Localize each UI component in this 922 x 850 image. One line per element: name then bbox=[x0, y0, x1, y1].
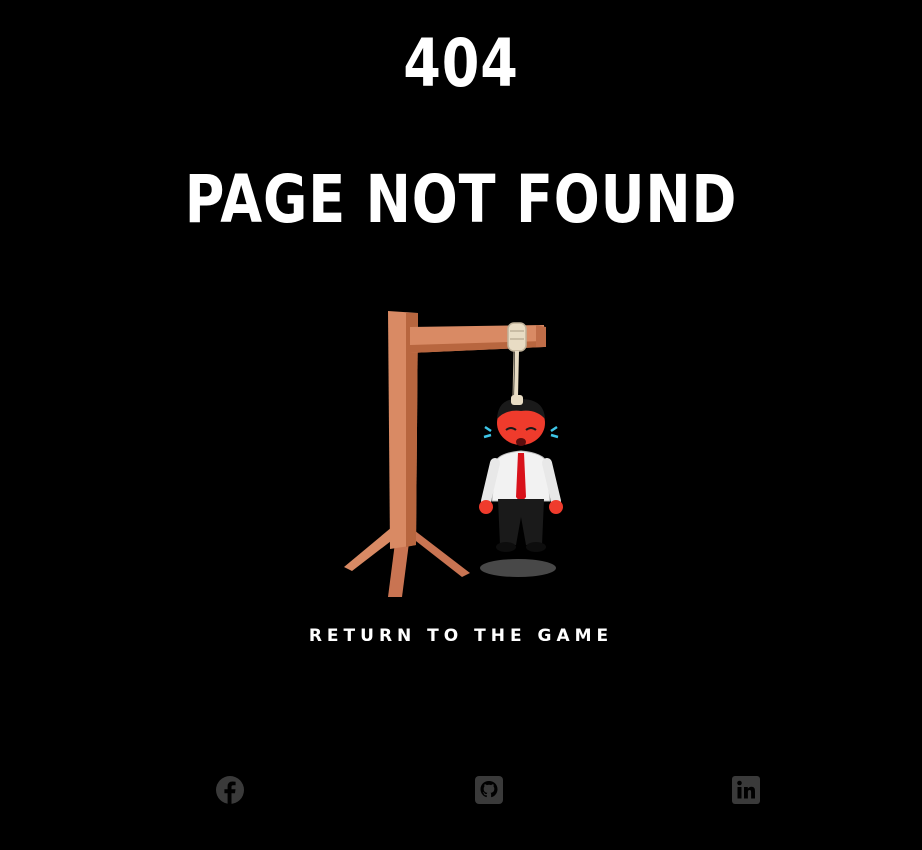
error-code: 404 bbox=[403, 25, 519, 102]
facebook-icon bbox=[216, 776, 244, 804]
facebook-link[interactable] bbox=[215, 775, 245, 805]
not-found-page: 404 PAGE NOT FOUND RETURN TO THE GAME bbox=[0, 0, 922, 850]
return-to-game-link[interactable]: RETURN TO THE GAME bbox=[0, 626, 922, 646]
linkedin-link[interactable] bbox=[731, 775, 761, 805]
hangman-icon bbox=[344, 311, 563, 597]
github-link[interactable] bbox=[474, 775, 504, 805]
linkedin-icon bbox=[732, 776, 760, 804]
page-title: PAGE NOT FOUND bbox=[184, 161, 738, 238]
github-icon bbox=[475, 776, 503, 804]
